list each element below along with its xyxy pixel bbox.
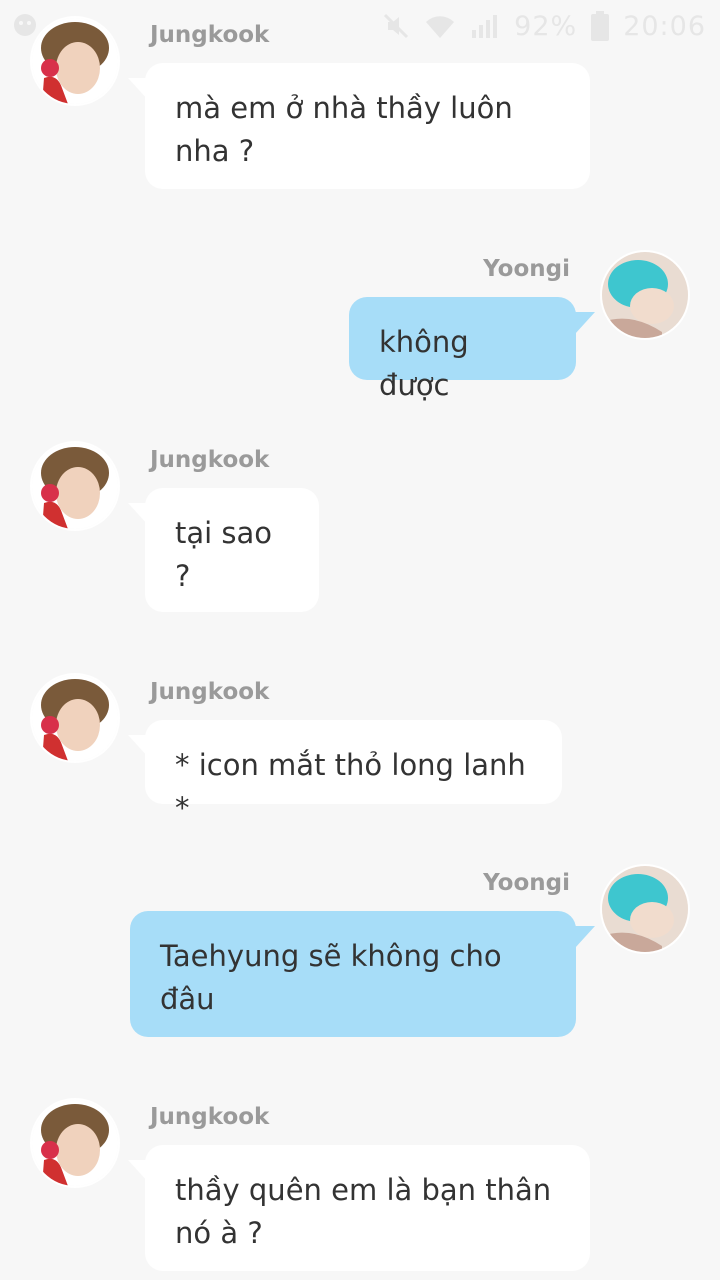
sender-name: Jungkook [150,1104,270,1130]
message-bubble[interactable]: * icon mắt thỏ long lanh * [145,720,562,825]
avatar-jungkook[interactable] [32,1100,118,1186]
battery-percent: 92% [514,10,578,42]
clock: 20:06 [623,10,706,42]
message-bubble[interactable]: tại sao ? [145,488,319,612]
avatar-yoongi[interactable] [602,252,688,338]
sender-name: Jungkook [150,447,270,473]
wifi-icon [426,16,455,38]
bubble-tail [575,926,595,948]
mute-icon [384,13,409,39]
bubble-tail [575,312,595,334]
status-icons: 92% 20:06 [382,8,706,44]
battery-icon [591,11,610,41]
message-bubble[interactable]: không được [349,297,576,402]
notification-icon [14,14,36,36]
message-bubble[interactable]: Taehyung sẽ không cho đâu [130,911,576,1037]
avatar-jungkook[interactable] [32,18,118,104]
sender-name: Jungkook [150,679,270,705]
avatar-jungkook[interactable] [32,675,118,761]
sender-name: Yoongi [483,870,570,896]
message-bubble[interactable]: mà em ở nhà thầy luôn nha ? [145,63,590,189]
signal-icon [472,15,498,38]
avatar-jungkook[interactable] [32,443,118,529]
sender-name: Yoongi [483,256,570,282]
message-bubble[interactable]: thầy quên em là bạn thân nó à ? [145,1145,590,1271]
sender-name: Jungkook [150,22,270,48]
avatar-yoongi[interactable] [602,866,688,952]
